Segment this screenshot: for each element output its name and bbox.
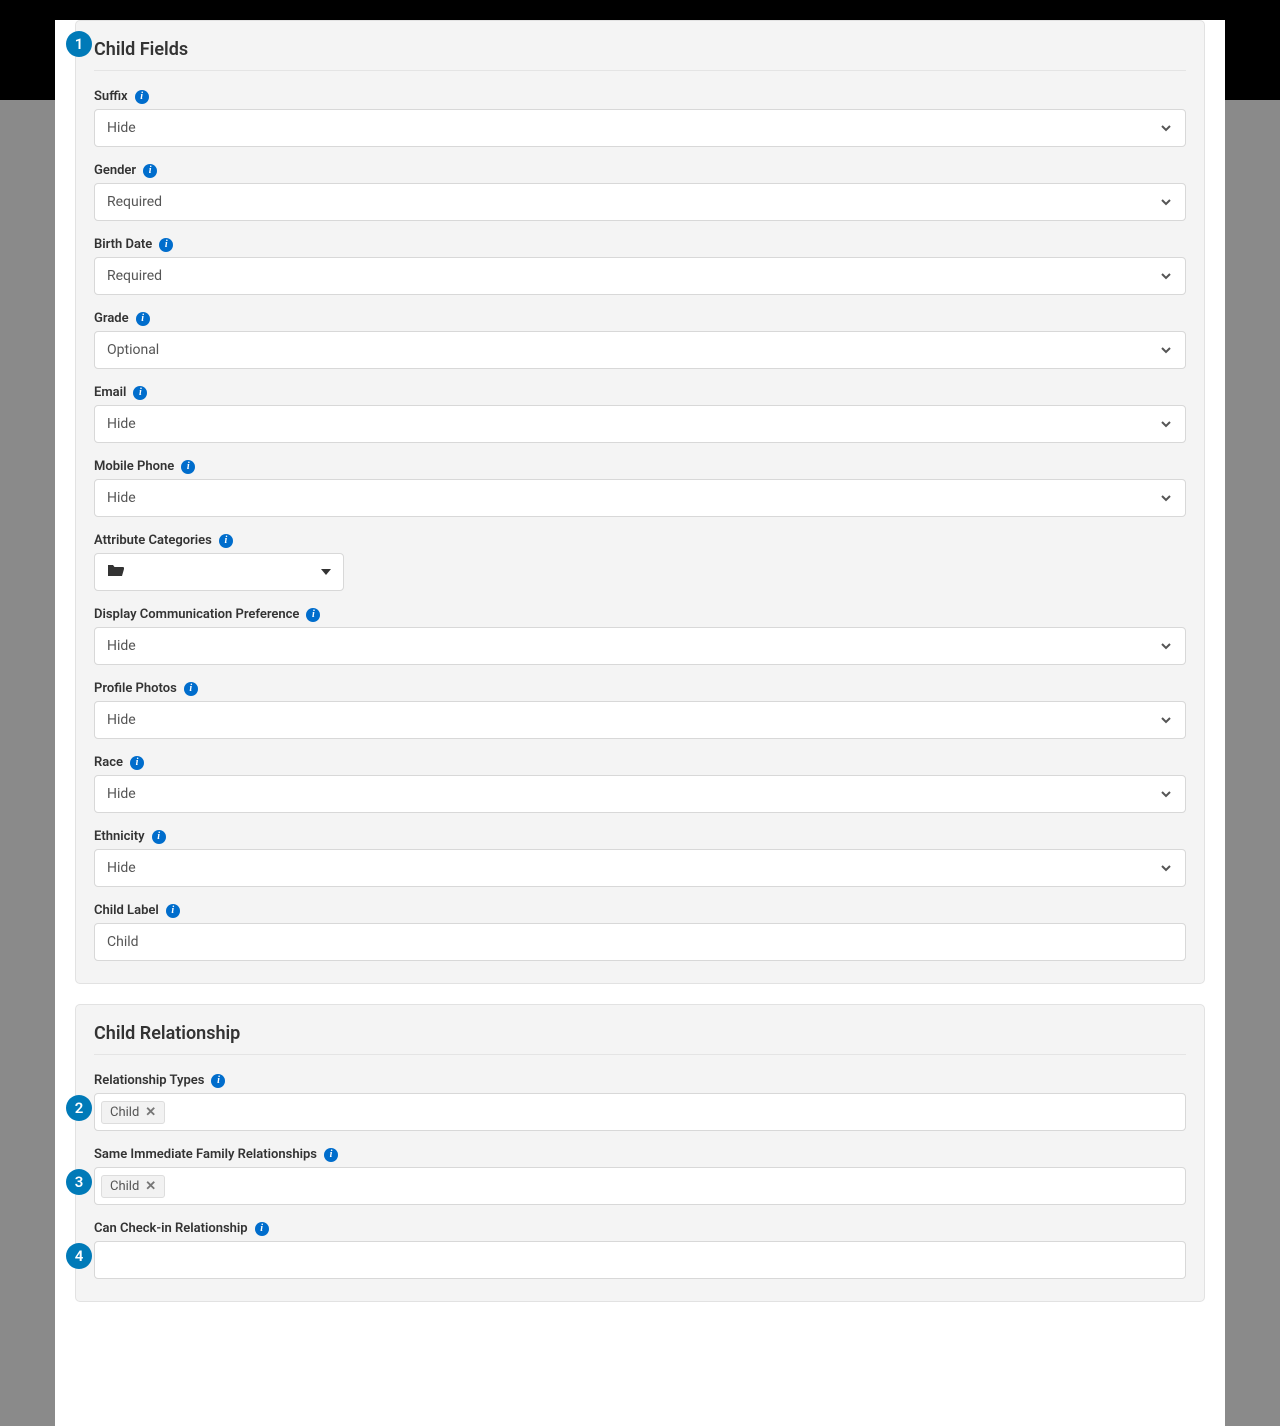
chevron-down-icon: [1159, 343, 1173, 357]
marker-4: 4: [66, 1243, 92, 1269]
chevron-down-icon: [1159, 269, 1173, 283]
folder-open-icon: [107, 563, 321, 581]
email-select[interactable]: Hide: [94, 405, 1186, 443]
displaycommpref-group: Display Communication Preference i Hide: [94, 607, 1186, 665]
info-icon[interactable]: i: [211, 1074, 225, 1088]
childlabel-input[interactable]: Child: [94, 923, 1186, 961]
info-icon[interactable]: i: [152, 830, 166, 844]
race-label: Race i: [94, 755, 1186, 770]
race-select[interactable]: Hide: [94, 775, 1186, 813]
chevron-down-icon: [1159, 713, 1173, 727]
info-icon[interactable]: i: [181, 460, 195, 474]
tag: Child ✕: [101, 1175, 165, 1198]
chevron-down-icon: [1159, 861, 1173, 875]
suffix-select[interactable]: Hide: [94, 109, 1186, 147]
birthdate-group: Birth Date i Required: [94, 237, 1186, 295]
profilephotos-select[interactable]: Hide: [94, 701, 1186, 739]
childlabel-group: Child Label i Child: [94, 903, 1186, 961]
child-fields-panel: 1 Child Fields Suffix i Hide Gender i Re…: [75, 20, 1205, 984]
info-icon[interactable]: i: [219, 534, 233, 548]
race-group: Race i Hide: [94, 755, 1186, 813]
chevron-down-icon: [1159, 787, 1173, 801]
chevron-down-icon: [1159, 639, 1173, 653]
chevron-down-icon: [1159, 417, 1173, 431]
panel-title-child-fields: Child Fields: [94, 39, 1186, 71]
relationshiptypes-input[interactable]: Child ✕: [94, 1093, 1186, 1131]
suffix-group: Suffix i Hide: [94, 89, 1186, 147]
cancheckin-label: Can Check-in Relationship i: [94, 1221, 1186, 1236]
ethnicity-label: Ethnicity i: [94, 829, 1186, 844]
ethnicity-group: Ethnicity i Hide: [94, 829, 1186, 887]
ethnicity-select[interactable]: Hide: [94, 849, 1186, 887]
attributecategories-select[interactable]: [94, 553, 344, 591]
marker-2: 2: [66, 1095, 92, 1121]
cancheckin-group: 4 Can Check-in Relationship i: [94, 1221, 1186, 1279]
panel-title-child-relationship: Child Relationship: [94, 1023, 1186, 1055]
displaycommpref-label: Display Communication Preference i: [94, 607, 1186, 622]
relationshiptypes-group: 2 Relationship Types i Child ✕: [94, 1073, 1186, 1131]
gender-select[interactable]: Required: [94, 183, 1186, 221]
childlabel-label: Child Label i: [94, 903, 1186, 918]
child-relationship-panel: Child Relationship 2 Relationship Types …: [75, 1004, 1205, 1302]
sameimmediate-input[interactable]: Child ✕: [94, 1167, 1186, 1205]
cancheckin-input[interactable]: [94, 1241, 1186, 1279]
grade-group: Grade i Optional: [94, 311, 1186, 369]
mobilephone-select[interactable]: Hide: [94, 479, 1186, 517]
info-icon[interactable]: i: [136, 312, 150, 326]
chevron-down-icon: [1159, 491, 1173, 505]
mobilephone-group: Mobile Phone i Hide: [94, 459, 1186, 517]
attributecategories-group: Attribute Categories i: [94, 533, 1186, 591]
marker-1: 1: [66, 31, 92, 57]
info-icon[interactable]: i: [306, 608, 320, 622]
birthdate-label: Birth Date i: [94, 237, 1186, 252]
info-icon[interactable]: i: [143, 164, 157, 178]
grade-label: Grade i: [94, 311, 1186, 326]
marker-3: 3: [66, 1169, 92, 1195]
mobilephone-label: Mobile Phone i: [94, 459, 1186, 474]
gender-group: Gender i Required: [94, 163, 1186, 221]
page-content: 1 Child Fields Suffix i Hide Gender i Re…: [55, 20, 1225, 1426]
profilephotos-group: Profile Photos i Hide: [94, 681, 1186, 739]
displaycommpref-select[interactable]: Hide: [94, 627, 1186, 665]
sameimmediate-label: Same Immediate Family Relationships i: [94, 1147, 1186, 1162]
caret-down-icon: [321, 569, 331, 575]
chevron-down-icon: [1159, 195, 1173, 209]
remove-tag-icon[interactable]: ✕: [145, 1105, 156, 1120]
info-icon[interactable]: i: [133, 386, 147, 400]
chevron-down-icon: [1159, 121, 1173, 135]
profilephotos-label: Profile Photos i: [94, 681, 1186, 696]
sameimmediate-group: 3 Same Immediate Family Relationships i …: [94, 1147, 1186, 1205]
tag: Child ✕: [101, 1101, 165, 1124]
suffix-label: Suffix i: [94, 89, 1186, 104]
email-label: Email i: [94, 385, 1186, 400]
info-icon[interactable]: i: [130, 756, 144, 770]
info-icon[interactable]: i: [324, 1148, 338, 1162]
info-icon[interactable]: i: [184, 682, 198, 696]
info-icon[interactable]: i: [159, 238, 173, 252]
info-icon[interactable]: i: [135, 90, 149, 104]
remove-tag-icon[interactable]: ✕: [145, 1179, 156, 1194]
email-group: Email i Hide: [94, 385, 1186, 443]
attributecategories-label: Attribute Categories i: [94, 533, 1186, 548]
gender-label: Gender i: [94, 163, 1186, 178]
grade-select[interactable]: Optional: [94, 331, 1186, 369]
info-icon[interactable]: i: [255, 1222, 269, 1236]
birthdate-select[interactable]: Required: [94, 257, 1186, 295]
info-icon[interactable]: i: [166, 904, 180, 918]
relationshiptypes-label: Relationship Types i: [94, 1073, 1186, 1088]
